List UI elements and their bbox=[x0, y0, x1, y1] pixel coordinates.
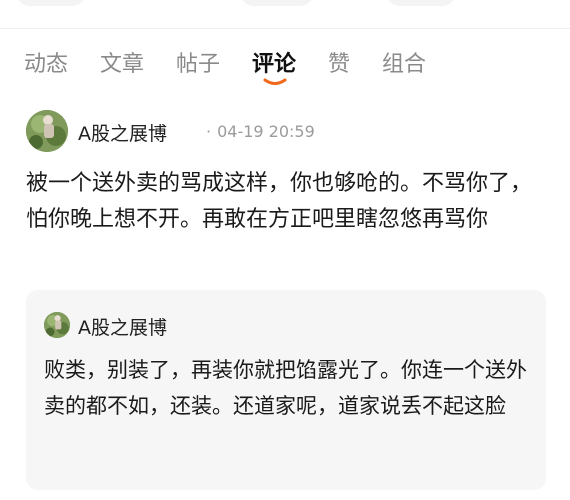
tab-dynamics[interactable]: 动态 bbox=[24, 46, 68, 78]
profile-tabs: 动态 文章 帖子 评论 赞 组合 bbox=[0, 40, 570, 90]
comment-text[interactable]: 被一个送外卖的骂成这样，你也够呛的。不骂你了，怕你晚上想不开。再敢在方正吧里瞎忽… bbox=[26, 166, 550, 238]
top-action-bar bbox=[0, 0, 570, 6]
action-pill[interactable] bbox=[240, 0, 314, 6]
divider bbox=[0, 28, 570, 29]
post-header: A股之展博 · 04-19 20:59 bbox=[26, 110, 546, 152]
meta-separator: · bbox=[206, 122, 212, 141]
action-pill[interactable] bbox=[16, 0, 86, 6]
quoted-text: 败类，别装了，再装你就把馅露光了。你连一个送外卖的都不如，还装。还道家呢，道家说… bbox=[44, 358, 527, 418]
quoted-comment[interactable]: A股之展博 败类，别装了，再装你就把馅露光了。你连一个送外卖的都不如，还装。还道… bbox=[26, 290, 546, 490]
post-timestamp: 04-19 20:59 bbox=[217, 122, 315, 141]
comments-page: 动态 文章 帖子 评论 赞 组合 A股之展博 · 04-19 20:59 被一个送… bbox=[0, 0, 570, 500]
active-tab-indicator bbox=[263, 78, 287, 85]
avatar-photo-icon[interactable] bbox=[44, 312, 70, 338]
tab-likes[interactable]: 赞 bbox=[328, 46, 350, 78]
tab-portfolio[interactable]: 组合 bbox=[382, 46, 426, 78]
tab-comments[interactable]: 评论 bbox=[252, 46, 296, 78]
tab-articles[interactable]: 文章 bbox=[100, 46, 144, 78]
action-pill[interactable] bbox=[386, 0, 456, 6]
quoted-author-name[interactable]: A股之展博 bbox=[78, 313, 167, 340]
avatar-photo-icon[interactable] bbox=[26, 110, 68, 152]
post-meta: · 04-19 20:59 bbox=[206, 122, 315, 141]
tab-posts[interactable]: 帖子 bbox=[176, 46, 220, 78]
author-name[interactable]: A股之展博 bbox=[78, 119, 167, 146]
